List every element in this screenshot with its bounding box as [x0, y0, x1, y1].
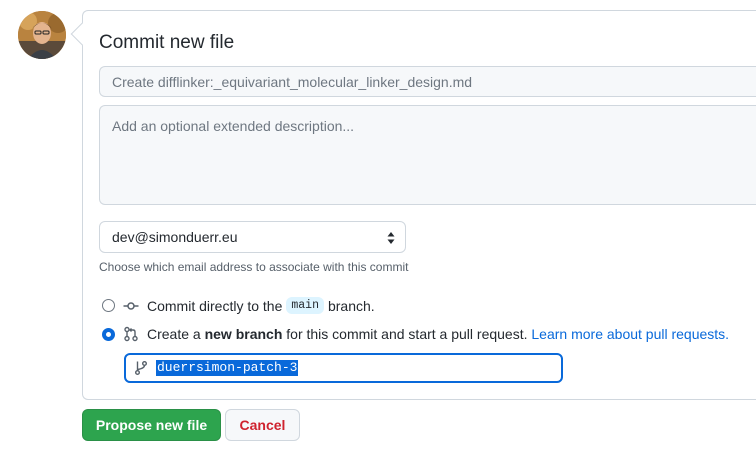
propose-new-file-button[interactable]: Propose new file: [82, 409, 221, 441]
cancel-button[interactable]: Cancel: [225, 409, 300, 441]
chevron-up-down-icon: [387, 232, 395, 244]
learn-more-pull-requests-link[interactable]: Learn more about pull requests.: [531, 326, 729, 342]
commit-summary-input[interactable]: [99, 66, 756, 97]
commit-description-textarea[interactable]: [99, 105, 756, 205]
email-select[interactable]: dev@simonduerr.eu: [99, 221, 406, 253]
radio-new-branch[interactable]: [102, 327, 115, 341]
git-pull-request-icon: [124, 326, 138, 342]
branch-name-input[interactable]: duerrsimon-patch-3: [124, 353, 563, 383]
email-select-value: dev@simonduerr.eu: [112, 229, 238, 245]
option-direct-suffix: branch.: [327, 297, 375, 314]
option-direct-prefix: Commit directly to the: [147, 297, 283, 314]
avatar: [18, 11, 66, 59]
option-new-suffix: for this commit and start a pull request…: [286, 326, 528, 342]
branch-name-main: main: [286, 297, 324, 314]
git-branch-icon: [135, 361, 147, 375]
option-new-prefix: Create a: [147, 326, 201, 342]
form-title: Commit new file: [99, 32, 235, 53]
option-new-branch[interactable]: Create a new branch for this commit and …: [102, 326, 729, 342]
branch-name-value: duerrsimon-patch-3: [156, 360, 299, 376]
option-new-bold: new branch: [204, 326, 283, 342]
git-commit-icon: [123, 301, 139, 310]
option-commit-direct[interactable]: Commit directly to the main branch.: [102, 297, 375, 314]
radio-commit-direct[interactable]: [102, 299, 115, 312]
email-hint: Choose which email address to associate …: [99, 260, 409, 274]
